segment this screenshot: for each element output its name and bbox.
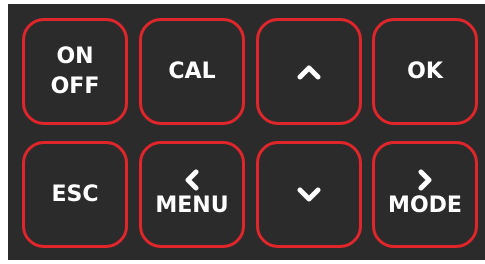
chevron-left-icon [177, 169, 207, 191]
on-off-label-line2: OFF [50, 73, 100, 99]
mode-button[interactable]: MODE [372, 141, 478, 248]
keypad-panel: ON OFF CAL OK ESC MENU MODE [8, 4, 485, 260]
menu-label: MENU [155, 192, 229, 218]
menu-button[interactable]: MENU [139, 141, 245, 248]
ok-button[interactable]: OK [372, 18, 478, 125]
chevron-right-icon [410, 169, 440, 191]
ok-label: OK [407, 58, 443, 84]
on-off-label-line1: ON [56, 43, 94, 69]
cal-label: CAL [168, 58, 216, 84]
esc-label: ESC [51, 181, 99, 207]
on-off-button[interactable]: ON OFF [22, 18, 128, 125]
down-button[interactable] [256, 141, 362, 248]
up-button[interactable] [256, 18, 362, 125]
mode-label: MODE [388, 192, 462, 218]
chevron-down-icon [294, 184, 324, 206]
chevron-up-icon [294, 61, 324, 83]
cal-button[interactable]: CAL [139, 18, 245, 125]
esc-button[interactable]: ESC [22, 141, 128, 248]
